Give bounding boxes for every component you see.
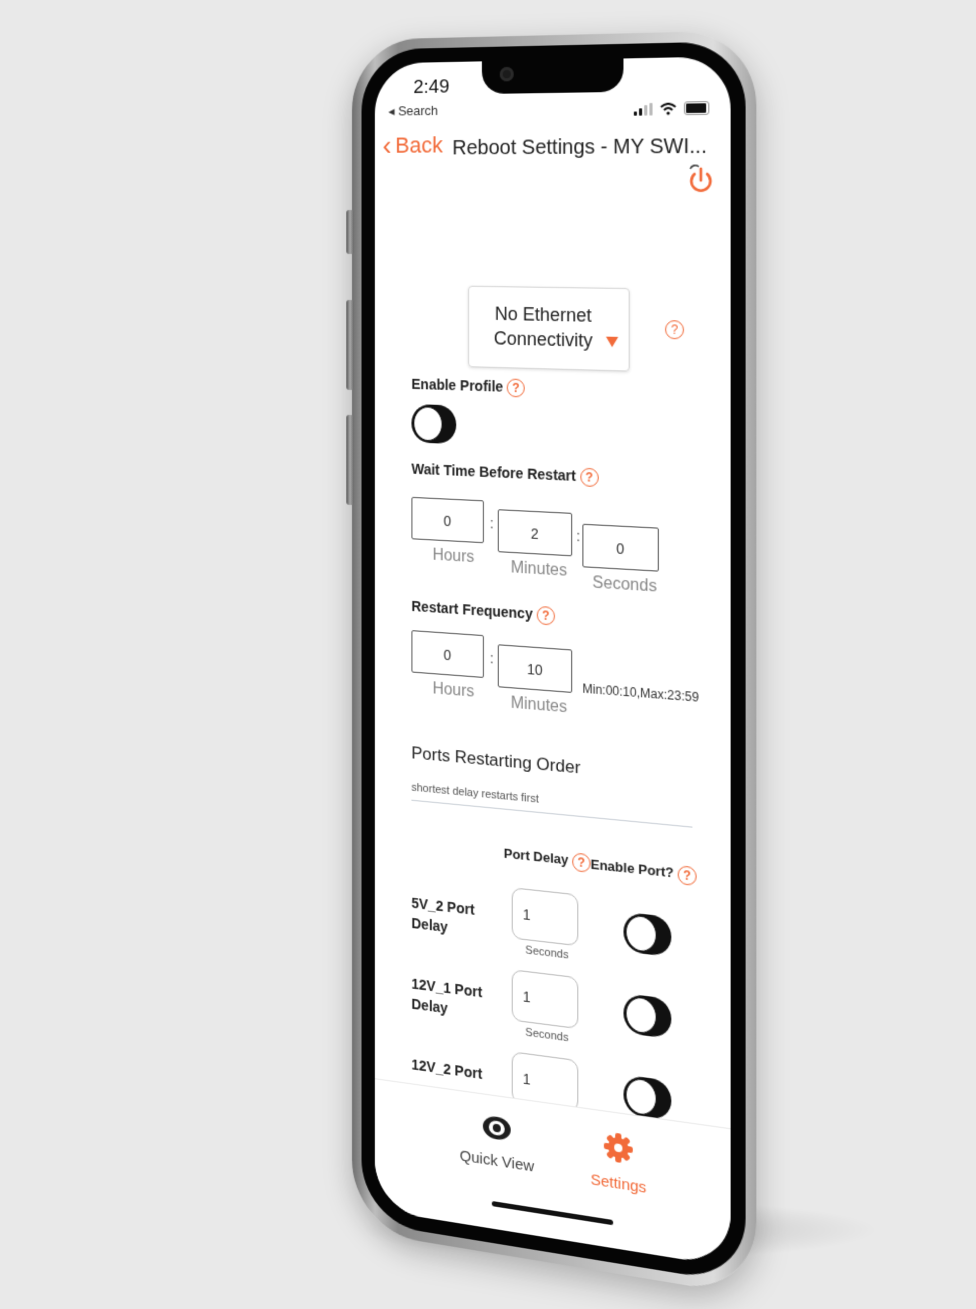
ports-section-title: Ports Restarting Order	[411, 743, 581, 778]
port-row-label: 12V_1 Port Delay	[411, 975, 483, 1017]
port-row-label: 5V_2 Port Delay	[411, 894, 475, 936]
power-restart-icon[interactable]	[686, 162, 714, 194]
restart-frequency-label: Restart Frequency ?	[411, 597, 555, 626]
enable-profile-help-icon[interactable]: ?	[506, 378, 525, 398]
hours-unit-label: Hours	[432, 546, 475, 567]
stage: 2:49 ◂ Search ‹ Back Reboot Settings - M…	[0, 0, 976, 1309]
port-delay-unit: Seconds	[525, 1026, 569, 1045]
port-delay-header: Port Delay ?	[503, 845, 591, 873]
navigation-bar: ‹ Back Reboot Settings - MY SWI...	[375, 122, 731, 186]
minutes-unit-label: Minutes	[510, 694, 568, 717]
wait-hours-input[interactable]: 0	[411, 496, 484, 544]
back-button[interactable]: ‹ Back	[382, 129, 443, 161]
dropdown-arrow-icon	[605, 336, 619, 348]
wifi-icon	[660, 102, 677, 115]
toggle-knob	[413, 406, 443, 442]
port-delay-header-text: Port Delay	[503, 845, 569, 868]
profile-dropdown-value: No Ethernet Connectivity	[493, 303, 593, 351]
screen: 2:49 ◂ Search ‹ Back Reboot Settings - M…	[374, 56, 731, 1268]
page-title: Reboot Settings - MY SWI...	[452, 134, 707, 160]
gear-icon	[603, 1132, 633, 1163]
mute-switch	[346, 209, 354, 255]
enable-profile-label: Enable Profile ?	[411, 376, 525, 398]
ports-divider	[411, 799, 693, 828]
toggle-knob	[625, 995, 657, 1036]
wait-time-label: Wait Time Before Restart ?	[411, 460, 599, 488]
status-time: 2:49	[413, 76, 450, 99]
wait-seconds-input[interactable]: 0	[582, 523, 659, 572]
profile-dropdown[interactable]: No Ethernet Connectivity	[468, 285, 630, 372]
seconds-unit-label: Seconds	[592, 574, 657, 596]
port-delay-unit: Seconds	[525, 944, 569, 962]
back-label: Back	[395, 132, 443, 158]
port-enable-toggle[interactable]	[623, 911, 672, 958]
time-separator: :	[489, 649, 494, 667]
battery-icon	[683, 101, 710, 116]
tab-quick-view[interactable]: Quick View	[443, 1107, 552, 1178]
phone-mockup: 2:49 ◂ Search ‹ Back Reboot Settings - M…	[346, 30, 757, 1297]
hours-unit-label: Hours	[432, 680, 475, 701]
back-to-app-link[interactable]: ◂ Search	[388, 103, 438, 120]
toggle-knob	[625, 1076, 657, 1117]
volume-up-button	[346, 299, 354, 391]
cellular-signal-icon	[633, 102, 653, 116]
wait-time-help-icon[interactable]: ?	[579, 467, 599, 488]
time-separator: :	[489, 514, 494, 532]
tab-quick-view-label: Quick View	[459, 1147, 535, 1176]
port-delay-input[interactable]: 1	[511, 969, 579, 1030]
frequency-minutes-input[interactable]: 10	[497, 644, 573, 693]
toggle-knob	[625, 914, 657, 954]
enable-profile-toggle[interactable]	[411, 403, 457, 445]
enable-profile-text: Enable Profile	[411, 375, 504, 395]
chevron-left-icon: ‹	[382, 129, 392, 161]
wait-time-text: Wait Time Before Restart	[411, 460, 576, 485]
frequency-range-hint: Min:00:10,Max:23:59	[582, 681, 699, 705]
wait-minutes-input[interactable]: 2	[497, 509, 573, 557]
eye-icon	[482, 1114, 511, 1142]
camera-icon	[499, 66, 514, 82]
enable-port-header: Enable Port? ?	[590, 856, 697, 887]
port-delay-input[interactable]: 1	[511, 887, 579, 947]
port-row-label: 12V_2 Port	[411, 1056, 483, 1083]
back-to-app-label: Search	[398, 102, 439, 119]
settings-content: No Ethernet Connectivity ? Enable Profil…	[375, 224, 731, 1129]
port-enable-toggle[interactable]	[623, 993, 672, 1039]
tab-settings-label: Settings	[590, 1170, 647, 1197]
minutes-unit-label: Minutes	[510, 559, 568, 580]
tab-settings[interactable]: Settings	[562, 1124, 676, 1201]
time-separator: :	[576, 527, 581, 545]
enable-port-header-text: Enable Port?	[590, 856, 674, 882]
port-delay-help-icon[interactable]: ?	[572, 852, 591, 873]
notch	[481, 56, 624, 95]
enable-port-help-icon[interactable]: ?	[677, 865, 697, 887]
status-icons	[633, 101, 710, 116]
home-indicator[interactable]	[491, 1200, 614, 1226]
frequency-hours-input[interactable]: 0	[411, 630, 484, 678]
restart-frequency-help-icon[interactable]: ?	[536, 606, 555, 626]
restart-frequency-text: Restart Frequency	[411, 597, 533, 623]
back-triangle-icon: ◂	[388, 103, 399, 119]
profile-help-icon[interactable]: ?	[665, 320, 684, 340]
volume-down-button	[346, 414, 354, 506]
